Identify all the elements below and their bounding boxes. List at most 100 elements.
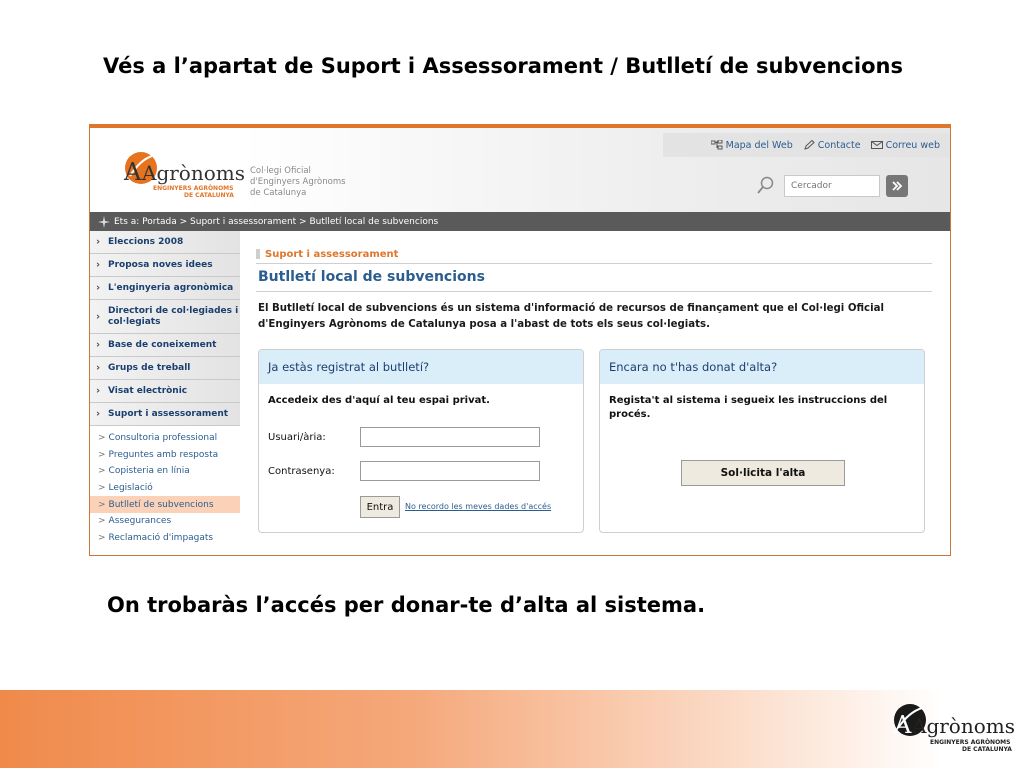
- main-content: Suport i assessorament Butlletí local de…: [256, 231, 932, 555]
- chevron-right-icon: ›: [96, 339, 101, 351]
- sidebar-item-label: Eleccions 2008: [108, 237, 184, 247]
- double-chevron-right-icon: [892, 181, 903, 191]
- sidebar-subitem-label: Legislació: [108, 483, 153, 494]
- logo-word: Agrònoms: [141, 161, 245, 185]
- sidebar-subitem-reclamacio[interactable]: > Reclamació d'impagats: [90, 530, 240, 547]
- sidebar-subitem-legislacio[interactable]: > Legislació: [90, 480, 240, 497]
- agronoms-logo[interactable]: A Agrònoms ENGINYERS AGRÒNOMS DE CATALUN…: [116, 146, 246, 204]
- chevron-right-icon: ›: [96, 259, 101, 271]
- chevron-right-icon: >: [98, 466, 106, 477]
- sidebar-subitem-assegurances[interactable]: > Assegurances: [90, 513, 240, 530]
- signup-panel: Encara no t'has donat d'alta? Regista't …: [599, 349, 925, 533]
- sidebar-subitem-label: Butlletí de subvencions: [108, 499, 214, 510]
- sitemap-icon: [710, 140, 723, 150]
- sidebar: › Eleccions 2008 › Proposa noves idees › L'…: [90, 231, 240, 555]
- webmail-link[interactable]: Correu web: [870, 139, 940, 151]
- chevron-right-icon: >: [98, 499, 106, 510]
- chevron-right-icon: ›: [96, 236, 101, 248]
- sidebar-item-visat[interactable]: › Visat electrònic: [90, 380, 240, 403]
- footer-logo-line-1: ENGINYERS AGRÒNOMS: [930, 739, 1010, 746]
- website-screenshot: Mapa del Web Contacte Correu web A Agròn…: [89, 124, 951, 556]
- sidebar-item-label: Base de coneixement: [108, 340, 217, 350]
- sitemap-link[interactable]: Mapa del Web: [710, 139, 793, 151]
- svg-text:A: A: [123, 158, 142, 186]
- sidebar-item-enginyeria[interactable]: › L'enginyeria agronòmica: [90, 277, 240, 300]
- search-icon: [757, 176, 774, 194]
- chevron-right-icon: ›: [96, 385, 101, 397]
- sidebar-subitem-butlleti[interactable]: > Butlletí de subvencions: [90, 496, 240, 513]
- slide-caption: On trobaràs l’accés per donar-te d’alta …: [107, 593, 706, 617]
- sidebar-item-label: Directori de col·legiades i col·legiats: [108, 305, 239, 327]
- title-divider: [256, 291, 932, 292]
- footer-band: [0, 690, 1024, 768]
- breadcrumb-text[interactable]: Ets a: Portada > Suport i assessorament …: [114, 217, 438, 227]
- sidebar-subitem-label: Copisteria en línia: [108, 466, 190, 477]
- username-input[interactable]: [360, 427, 540, 447]
- contact-link[interactable]: Contacte: [803, 140, 861, 151]
- footer-logo-word: Agrònoms: [911, 714, 1015, 738]
- top-links: Mapa del Web Contacte Correu web: [663, 133, 950, 157]
- org-name-line-3: de Catalunya: [250, 188, 307, 198]
- login-panel-body: Accedeix des d'aquí al teu espai privat.: [259, 384, 583, 408]
- breadcrumb: Ets a: Portada > Suport i assessorament …: [90, 212, 950, 231]
- chevron-right-icon: ›: [96, 311, 101, 322]
- sidebar-subitem-label: Assegurances: [108, 516, 172, 527]
- sidebar-item-directori[interactable]: › Directori de col·legiades i col·legiats: [90, 300, 240, 334]
- chevron-right-icon: ›: [96, 362, 101, 374]
- login-lead: Accedeix des d'aquí al teu espai privat.: [268, 395, 490, 406]
- section-label: Suport i assessorament: [256, 245, 932, 264]
- sidebar-item-label: Grups de treball: [108, 363, 191, 373]
- username-label: Usuari/ària:: [268, 431, 326, 443]
- footer-agronoms-logo: A Agrònoms ENGINYERS AGRÒNOMS DE CATALUN…: [893, 704, 1015, 753]
- intro-text: El Butlletí local de subvencions és un s…: [258, 303, 884, 330]
- sidebar-item-proposa[interactable]: › Proposa noves idees: [90, 254, 240, 277]
- sidebar-subitem-label: Preguntes amb resposta: [108, 449, 219, 460]
- sidebar-subitem-copisteria[interactable]: > Copisteria en línia: [90, 463, 240, 480]
- sidebar-item-label: Suport i assessorament: [108, 409, 229, 419]
- org-name: Col·legi Oficial d'Enginyers Agrònoms de…: [250, 166, 346, 199]
- chevron-right-icon: >: [98, 483, 106, 494]
- envelope-icon: [870, 141, 883, 149]
- password-label: Contrasenya:: [268, 465, 335, 477]
- webmail-link-label: Correu web: [885, 139, 940, 151]
- section-bar: [256, 249, 260, 259]
- chevron-right-icon: ›: [96, 282, 101, 294]
- chevron-right-icon: >: [98, 516, 106, 527]
- logo-line-1: ENGINYERS AGRÒNOMS: [153, 185, 233, 192]
- signup-panel-title: Encara no t'has donat d'alta?: [600, 350, 924, 384]
- forgot-credentials-link[interactable]: No recordo les meves dades d'accés: [405, 502, 551, 511]
- chevron-right-icon: >: [98, 532, 106, 543]
- password-input[interactable]: [360, 461, 540, 481]
- org-name-line-2: d'Enginyers Agrònoms: [250, 177, 346, 187]
- search-input[interactable]: [784, 175, 880, 197]
- signup-lead: Regista't al sistema i segueix les instr…: [609, 395, 888, 420]
- password-row: Contrasenya:: [268, 461, 540, 481]
- enter-button[interactable]: Entra: [360, 496, 400, 518]
- request-signup-button[interactable]: Sol·licita l'alta: [681, 460, 845, 486]
- sidebar-subitem-label: Consultoria professional: [108, 433, 218, 444]
- sidebar-subitem-consultoria[interactable]: > Consultoria professional: [90, 430, 240, 447]
- sidebar-item-coneixement[interactable]: › Base de coneixement: [90, 334, 240, 357]
- pencil-icon: [803, 140, 815, 150]
- chevron-right-icon: >: [98, 433, 106, 444]
- sidebar-item-label: L'enginyeria agronòmica: [108, 283, 234, 293]
- chevron-right-icon: >: [98, 449, 106, 460]
- sidebar-item-label: Proposa noves idees: [108, 260, 213, 270]
- logo-line-2: DE CATALUNYA: [184, 192, 234, 199]
- chevron-right-icon: ›: [96, 408, 101, 420]
- username-row: Usuari/ària:: [268, 427, 540, 447]
- sidebar-subitem-label: Reclamació d'impagats: [108, 532, 214, 543]
- search-button[interactable]: [886, 175, 908, 197]
- compass-icon: [98, 215, 110, 228]
- sidebar-item-label: Visat electrònic: [108, 386, 188, 396]
- section-label-text: Suport i assessorament: [265, 248, 399, 260]
- sitemap-link-label: Mapa del Web: [725, 139, 793, 151]
- org-name-line-1: Col·legi Oficial: [250, 166, 311, 176]
- sidebar-item-suport[interactable]: › Suport i assessorament: [90, 403, 240, 426]
- sidebar-item-grups[interactable]: › Grups de treball: [90, 357, 240, 380]
- signup-panel-body: Regista't al sistema i segueix les instr…: [600, 384, 924, 422]
- footer-logo-line-2: DE CATALUNYA: [962, 746, 1012, 753]
- sidebar-subitem-preguntes[interactable]: > Preguntes amb resposta: [90, 447, 240, 464]
- svg-text:A: A: [893, 711, 912, 739]
- sidebar-item-eleccions[interactable]: › Eleccions 2008: [90, 231, 240, 254]
